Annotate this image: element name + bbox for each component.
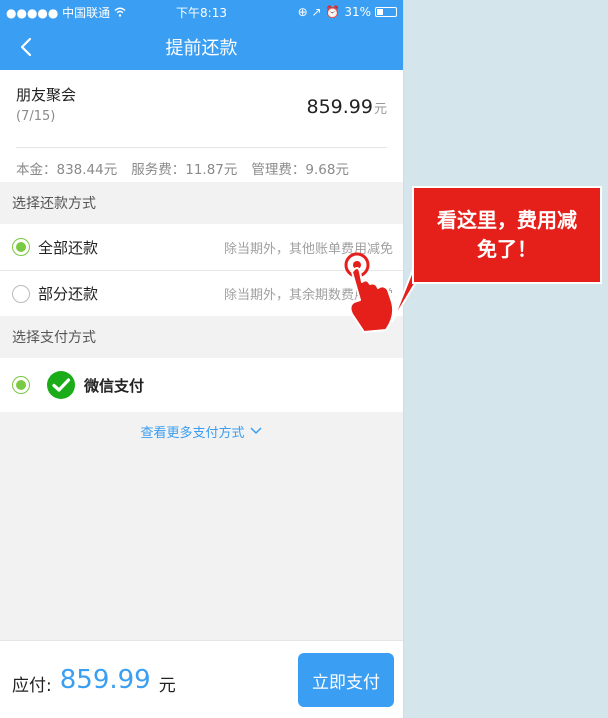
status-icons: ⊕ ↗ ⏰ <box>297 5 341 19</box>
payment-method-wechat[interactable]: 微信支付 <box>0 358 403 412</box>
option-partial-repay-label: 部分还款 <box>38 285 99 303</box>
phone-screen: ●●●●● 中国联通 下午8:13 ⊕ ↗ ⏰ 31% 提前还款 朋友聚会 (7… <box>0 0 404 718</box>
chevron-down-icon <box>249 427 262 435</box>
bill-amount-value: 859.99 <box>306 96 373 118</box>
service-fee-text: 服务费：11.87元 <box>131 162 238 178</box>
status-left: ●●●●● 中国联通 <box>6 4 126 21</box>
due-amount: 859.99 <box>59 664 151 695</box>
more-payment-methods-link[interactable]: 查看更多支付方式 <box>0 412 403 450</box>
payment-footer: 应付: 859.99 元 立即支付 <box>0 640 403 718</box>
radio-wechat[interactable] <box>12 376 30 394</box>
repay-section-title: 选择还款方式 <box>0 182 403 224</box>
payment-method-label: 微信支付 <box>84 376 145 395</box>
status-bar: ●●●●● 中国联通 下午8:13 ⊕ ↗ ⏰ 31% <box>0 0 403 24</box>
annotation-callout: 看这里，费用减 免了！ <box>412 186 602 284</box>
radio-partial-repay[interactable] <box>12 284 30 303</box>
nav-header: 提前还款 <box>0 24 403 70</box>
pay-now-button[interactable]: 立即支付 <box>298 653 394 707</box>
status-right: ⊕ ↗ ⏰ 31% <box>298 5 397 19</box>
management-fee-text: 管理费：9.68元 <box>251 162 349 178</box>
due-label: 应付: <box>12 676 52 696</box>
carrier-label: ●●●●● 中国联通 <box>6 5 111 20</box>
back-button[interactable] <box>14 34 38 60</box>
bill-name: 朋友聚会 <box>16 86 77 104</box>
bill-period: (7/15) <box>16 109 56 124</box>
bill-card: 朋友聚会 (7/15) 859.99元 本金：838.44元 服务费：11.87… <box>0 70 403 182</box>
page-title: 提前还款 <box>165 38 238 59</box>
more-payment-methods-text: 查看更多支付方式 <box>140 425 245 441</box>
callout-text: 看这里，费用减 免了！ <box>437 208 577 261</box>
battery-label: 31% <box>344 5 371 19</box>
battery-icon <box>375 7 397 17</box>
bill-amount: 859.99元 <box>307 96 388 118</box>
option-full-repay-label: 全部还款 <box>38 238 99 257</box>
wifi-icon <box>114 7 126 17</box>
bill-summary: 朋友聚会 (7/15) 859.99元 <box>16 84 387 148</box>
pointing-hand-icon <box>344 252 395 333</box>
radio-full-repay[interactable] <box>12 238 30 256</box>
principal-text: 本金：838.44元 <box>16 162 118 178</box>
wechat-icon <box>47 371 75 399</box>
chevron-left-icon <box>20 37 32 57</box>
due-unit: 元 <box>158 676 176 696</box>
bill-amount-unit: 元 <box>373 102 387 117</box>
